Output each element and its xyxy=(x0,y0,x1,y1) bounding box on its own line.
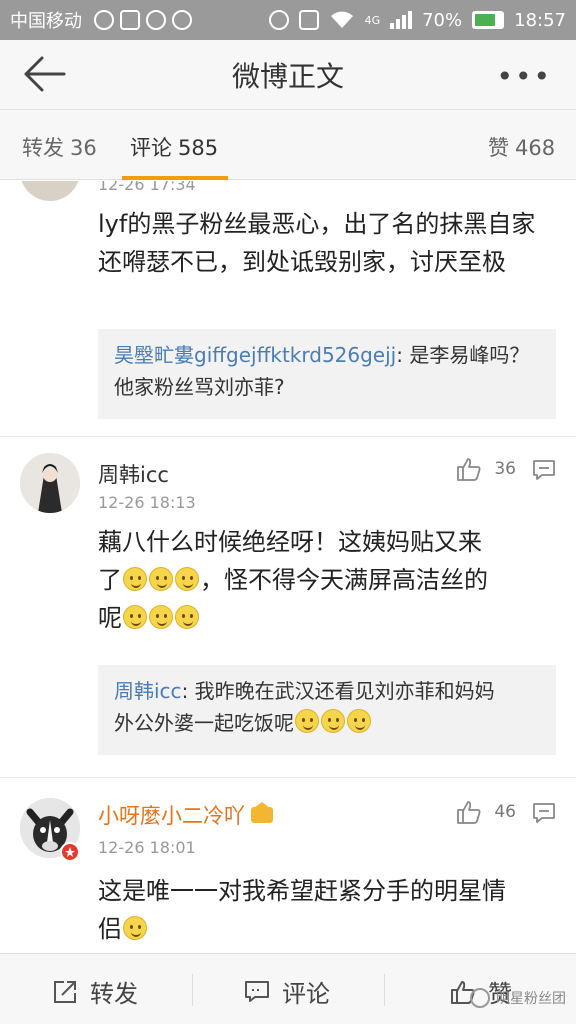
thumbs-up-icon xyxy=(457,458,481,481)
comment-list[interactable]: 12-26 17:34 lyf的黑子粉丝最恶心，出了名的抹黑自家还嘚瑟不已，到处… xyxy=(0,181,576,953)
crown-icon xyxy=(251,802,273,823)
sync-icon xyxy=(146,10,166,30)
avatar[interactable] xyxy=(20,181,80,201)
like-button[interactable]: 46 xyxy=(456,800,516,824)
avatar[interactable] xyxy=(20,453,80,513)
back-arrow-icon[interactable] xyxy=(22,54,66,94)
watermark-icon xyxy=(470,988,490,1008)
comment-text-fragment: 呢 xyxy=(98,604,122,632)
comment-label: 评论 xyxy=(282,980,330,1008)
reply-box[interactable]: 昊壂甿婁giffgejffktkrd526gejj: 是李易峰吗？他家粉丝骂刘亦… xyxy=(98,329,556,419)
like-button[interactable]: 36 xyxy=(456,457,516,481)
comment-text-line: 藕八什么时候绝经呀！这姨妈贴又来 xyxy=(98,528,482,556)
watermark-text: 明星粉丝团 xyxy=(496,991,566,1007)
more-options-icon[interactable]: ••• xyxy=(496,60,552,93)
like-count: 36 xyxy=(494,459,516,479)
comment-text-fragment: 侣 xyxy=(98,915,122,943)
divider xyxy=(0,777,576,778)
verified-badge-icon xyxy=(60,842,80,862)
comment-time: 12-26 17:34 xyxy=(98,181,196,194)
sad-emoji-icon xyxy=(149,567,173,591)
app-icon xyxy=(172,10,192,30)
signal-icon xyxy=(390,11,413,29)
like-count: 46 xyxy=(494,802,516,822)
status-right: 4G 70% 18:57 xyxy=(268,9,566,31)
repost-button[interactable]: 转发 xyxy=(52,974,138,1009)
carrier-name: 中国移动 xyxy=(10,11,82,32)
tab-like[interactable]: 赞 468 xyxy=(488,132,555,162)
reply-text: 外公外婆一起吃饭呢 xyxy=(114,711,294,735)
sad-emoji-icon xyxy=(123,567,147,591)
comment-author[interactable]: 小呀麼小二冷吖 xyxy=(98,804,245,828)
smile-emoji-icon xyxy=(347,709,371,733)
network-type: 4G xyxy=(364,13,381,27)
comment-text-line: 这是唯一一对我希望赶紧分手的明星情 xyxy=(98,877,506,905)
notification-icons xyxy=(94,10,192,30)
tab-repost-count: 36 xyxy=(70,136,97,160)
comment-text-line: 呢 xyxy=(98,599,553,637)
comment-text: 藕八什么时候绝经呀！这姨妈贴又来 了 ，怪不得今天满屏高洁丝的 呢 xyxy=(98,523,553,637)
divider xyxy=(0,436,576,437)
comment-author-row: 小呀麼小二冷吖 xyxy=(98,800,273,830)
comment-text-line: 了 ，怪不得今天满屏高洁丝的 xyxy=(98,561,553,599)
battery-percent: 70% xyxy=(422,9,463,31)
tab-repost-label: 转发 xyxy=(22,136,64,160)
repost-label: 转发 xyxy=(90,980,138,1008)
image-icon xyxy=(120,10,140,30)
active-tab-indicator xyxy=(122,176,228,180)
comment-text: lyf的黑子粉丝最恶心，出了名的抹黑自家还嘚瑟不已，到处诋毁别家，讨厌至极 xyxy=(98,210,536,276)
comment-menu-icon[interactable] xyxy=(532,459,556,481)
comment-text-fragment: ，怪不得今天满屏高洁丝的 xyxy=(200,566,488,594)
tab-comment[interactable]: 评论 585 xyxy=(130,132,218,162)
avatar-image xyxy=(20,453,80,513)
bottom-action-bar: 转发 评论 赞 明星粉丝团 xyxy=(0,953,576,1024)
tab-like-count: 468 xyxy=(515,136,556,160)
comment-text: 这是唯一一对我希望赶紧分手的明星情 侣 xyxy=(98,872,553,948)
status-bar: 中国移动 4G 70% 18:57 xyxy=(0,0,576,40)
carrier-group: 中国移动 xyxy=(10,7,192,33)
tab-like-label: 赞 xyxy=(488,136,509,160)
smile-emoji-icon xyxy=(295,709,319,733)
reply-line: 外公外婆一起吃饭呢 xyxy=(114,707,540,739)
clock: 18:57 xyxy=(514,9,566,31)
wifi-icon xyxy=(330,11,353,28)
page-title: 微博正文 xyxy=(231,59,344,93)
comment-time: 12-26 18:01 xyxy=(98,838,196,857)
comment-time: 12-26 18:13 xyxy=(98,493,196,512)
laugh-emoji-icon xyxy=(175,605,199,629)
battery-icon xyxy=(472,11,505,29)
headphone-icon xyxy=(268,10,289,30)
share-icon xyxy=(54,980,76,1003)
comment-menu-icon[interactable] xyxy=(532,802,556,824)
mute-icon xyxy=(298,10,319,30)
comment-author[interactable]: 周韩icc xyxy=(98,459,169,489)
nav-bar: 微博正文 ••• xyxy=(0,40,576,110)
reply-box[interactable]: 周韩icc: 我昨晚在武汉还看见刘亦菲和妈妈 外公外婆一起吃饭呢 xyxy=(98,665,556,755)
watermark: 明星粉丝团 xyxy=(470,988,566,1008)
tab-comment-count: 585 xyxy=(178,136,219,160)
reply-author[interactable]: 昊壂甿婁giffgejffktkrd526gejj xyxy=(114,343,396,367)
comment-button[interactable]: 评论 xyxy=(244,974,330,1009)
smile-emoji-icon xyxy=(321,709,345,733)
tab-bar: 转发 36 评论 585 赞 468 xyxy=(0,110,576,180)
comment-text-line: 侣 xyxy=(98,910,553,948)
tab-comment-label: 评论 xyxy=(130,136,172,160)
sad-emoji-icon xyxy=(175,567,199,591)
smile-emoji-icon xyxy=(123,916,147,940)
reply-text: : 我昨晚在武汉还看见刘亦菲和妈妈 xyxy=(181,679,495,703)
thumbs-up-icon xyxy=(457,801,481,824)
comment-icon xyxy=(245,980,269,1002)
comment-text-fragment: 了 xyxy=(98,566,122,594)
tab-repost[interactable]: 转发 36 xyxy=(22,132,97,162)
separator xyxy=(192,974,193,1006)
laugh-emoji-icon xyxy=(149,605,173,629)
laugh-emoji-icon xyxy=(123,605,147,629)
separator xyxy=(384,974,385,1006)
reply-line: 周韩icc: 我昨晚在武汉还看见刘亦菲和妈妈 xyxy=(114,675,540,707)
headset-icon xyxy=(94,10,114,30)
reply-author[interactable]: 周韩icc xyxy=(114,679,182,703)
